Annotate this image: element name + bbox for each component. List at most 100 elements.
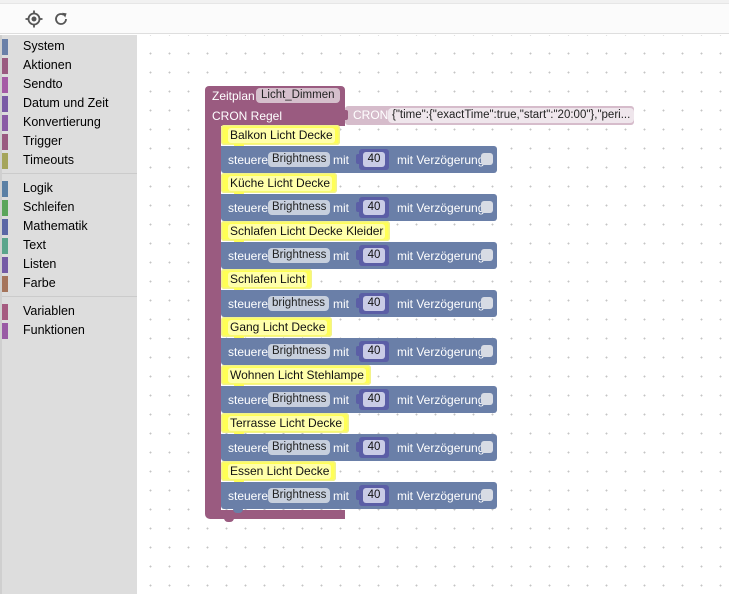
comment-block[interactable]: Küche Licht Decke: [221, 173, 338, 197]
delay-checkbox[interactable]: [481, 345, 493, 357]
state-field[interactable]: brightness: [268, 296, 330, 311]
cron-connector: [342, 110, 348, 120]
center-icon: [25, 10, 43, 28]
number-block[interactable]: 40: [356, 293, 389, 314]
schedule-label: Zeitplan: [212, 89, 255, 103]
number-value[interactable]: 40: [363, 488, 385, 503]
delay-checkbox[interactable]: [481, 201, 493, 213]
number-connector: [356, 202, 361, 212]
comment-block[interactable]: Essen Licht Decke: [221, 461, 337, 485]
delay-checkbox[interactable]: [481, 249, 493, 261]
number-value[interactable]: 40: [363, 200, 385, 215]
refresh-button[interactable]: [51, 9, 71, 29]
control-verb: steuere: [228, 345, 269, 359]
comment-text[interactable]: Schlafen Licht Decke Kleider: [228, 224, 386, 239]
comment-block[interactable]: Schlafen Licht: [221, 269, 313, 293]
schedule-name-field[interactable]: Licht_Dimmen: [256, 88, 340, 103]
number-value[interactable]: 40: [363, 296, 385, 311]
state-field[interactable]: Brightness: [268, 248, 331, 263]
state-field[interactable]: Brightness: [268, 344, 331, 359]
number-value[interactable]: 40: [363, 440, 385, 455]
category-item[interactable]: Mathematik: [2, 217, 137, 236]
category-item[interactable]: Aktionen: [2, 56, 137, 75]
with-label: mit: [333, 153, 349, 167]
comment-text[interactable]: Terrasse Licht Decke: [228, 416, 345, 431]
with-label: mit: [333, 441, 349, 455]
with-label: mit: [333, 345, 349, 359]
category-item[interactable]: Logik: [2, 179, 137, 198]
comment-text[interactable]: Küche Licht Decke: [228, 176, 333, 191]
category-item[interactable]: Datum und Zeit: [2, 94, 137, 113]
delay-checkbox[interactable]: [481, 153, 493, 165]
number-block[interactable]: 40: [356, 389, 389, 410]
number-value[interactable]: 40: [363, 344, 385, 359]
comment-text[interactable]: Wohnen Licht Stehlampe: [228, 368, 366, 383]
category-item[interactable]: Variablen: [2, 302, 137, 321]
category-color-swatch: [2, 58, 8, 74]
schedule-block-header[interactable]: Zeitplan Licht_Dimmen: [205, 86, 345, 106]
category-item[interactable]: Schleifen: [2, 198, 137, 217]
number-block[interactable]: 40: [356, 341, 389, 362]
number-block[interactable]: 40: [356, 245, 389, 266]
control-state-block[interactable]: steuere Brightness mit 40 mit Verzögerung: [221, 194, 497, 225]
delay-checkbox[interactable]: [481, 489, 493, 501]
delay-label: mit Verzögerung: [397, 153, 485, 167]
control-state-block[interactable]: steuere Brightness mit 40 mit Verzögerung: [221, 434, 497, 465]
comment-block[interactable]: Balkon Licht Decke: [221, 125, 340, 149]
number-connector: [356, 442, 361, 452]
delay-checkbox[interactable]: [481, 297, 493, 309]
category-item[interactable]: Konvertierung: [2, 113, 137, 132]
category-label: Datum und Zeit: [23, 96, 109, 110]
comment-text[interactable]: Gang Licht Decke: [228, 320, 328, 335]
state-field[interactable]: Brightness: [268, 152, 331, 167]
control-state-block[interactable]: steuere Brightness mit 40 mit Verzögerung: [221, 386, 497, 417]
category-item[interactable]: Sendto: [2, 75, 137, 94]
number-value[interactable]: 40: [363, 248, 385, 263]
control-verb: steuere: [228, 153, 269, 167]
category-color-swatch: [2, 134, 8, 150]
category-label: Text: [23, 238, 46, 252]
state-field[interactable]: Brightness: [268, 488, 331, 503]
delay-checkbox[interactable]: [481, 441, 493, 453]
number-block[interactable]: 40: [356, 437, 389, 458]
comment-block[interactable]: Wohnen Licht Stehlampe: [221, 365, 371, 389]
cron-rule-label: CRON Regel: [212, 109, 283, 123]
category-item[interactable]: System: [2, 37, 137, 56]
category-color-swatch: [2, 115, 8, 131]
delay-label: mit Verzögerung: [397, 297, 485, 311]
control-state-block[interactable]: steuere brightness mit 40 mit Verzögerung: [221, 290, 497, 321]
category-item[interactable]: Listen: [2, 255, 137, 274]
comment-block[interactable]: Terrasse Licht Decke: [221, 413, 350, 437]
state-field[interactable]: Brightness: [268, 440, 331, 455]
category-color-swatch: [2, 96, 8, 112]
delay-checkbox[interactable]: [481, 393, 493, 405]
number-value[interactable]: 40: [363, 392, 385, 407]
center-button[interactable]: [24, 9, 44, 29]
number-block[interactable]: 40: [356, 197, 389, 218]
category-item[interactable]: Funktionen: [2, 321, 137, 340]
control-verb: steuere: [228, 489, 269, 503]
state-field[interactable]: Brightness: [268, 200, 331, 215]
comment-text[interactable]: Schlafen Licht: [228, 272, 308, 287]
category-item[interactable]: Farbe: [2, 274, 137, 293]
category-color-swatch: [2, 77, 8, 93]
schedule-cron-row: CRON Regel: [205, 106, 345, 126]
cron-block[interactable]: CRON {"time":{"exactTime":true,"start":"…: [342, 106, 635, 125]
number-block[interactable]: 40: [356, 149, 389, 170]
cron-value-field[interactable]: {"time":{"exactTime":true,"start":"20:00…: [388, 108, 635, 123]
comment-block[interactable]: Schlafen Licht Decke Kleider: [221, 221, 391, 245]
number-block[interactable]: 40: [356, 485, 389, 506]
control-state-block[interactable]: steuere Brightness mit 40 mit Verzögerung: [221, 338, 497, 369]
category-item[interactable]: Trigger: [2, 132, 137, 151]
comment-text[interactable]: Essen Licht Decke: [228, 464, 332, 479]
state-field[interactable]: Brightness: [268, 392, 331, 407]
category-item[interactable]: Timeouts: [2, 151, 137, 170]
number-value[interactable]: 40: [363, 152, 385, 167]
comment-block[interactable]: Gang Licht Decke: [221, 317, 333, 341]
comment-text[interactable]: Balkon Licht Decke: [228, 128, 335, 143]
control-state-block[interactable]: steuere Brightness mit 40 mit Verzögerung: [221, 242, 497, 273]
control-state-block[interactable]: steuere Brightness mit 40 mit Verzögerung: [221, 146, 497, 177]
category-label: Listen: [23, 257, 57, 271]
control-state-block[interactable]: steuere Brightness mit 40 mit Verzögerung: [221, 482, 497, 513]
category-item[interactable]: Text: [2, 236, 137, 255]
